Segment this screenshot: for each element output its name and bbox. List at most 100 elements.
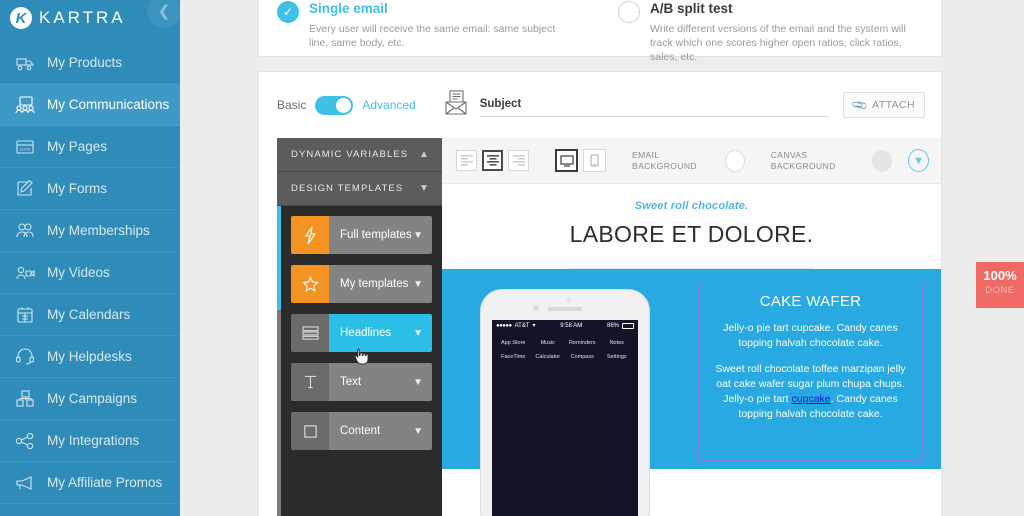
design-panel-scrollbar[interactable] — [277, 206, 281, 516]
form-pencil-icon — [12, 178, 38, 200]
chevron-up-icon: ▲ — [419, 149, 430, 160]
design-block-full-templates[interactable]: Full templates ▼ — [291, 216, 432, 254]
email-background-control[interactable]: EMAIL BACKGROUND — [632, 149, 745, 172]
sidebar-item-my-forms[interactable]: My Forms — [0, 168, 180, 210]
radio-selected-icon[interactable]: ✓ — [277, 1, 299, 23]
design-panel: DYNAMIC VARIABLES ▲ DESIGN TEMPLATES ▼ F… — [277, 138, 442, 516]
accordion-label: DYNAMIC VARIABLES — [291, 149, 409, 160]
lightning-icon — [291, 216, 329, 254]
chevron-down-icon[interactable]: ▼ — [413, 279, 423, 290]
mobile-icon[interactable] — [583, 149, 606, 172]
progress-done-badge[interactable]: 100% DONE — [976, 262, 1024, 308]
design-block-my-templates[interactable]: My templates ▼ — [291, 265, 432, 303]
accordion-label: DESIGN TEMPLATES — [291, 183, 404, 194]
phone-app: Compass — [570, 354, 594, 360]
chevron-down-icon[interactable]: ▼ — [413, 230, 423, 241]
attach-button[interactable]: 📎 ATTACH — [843, 92, 925, 118]
design-block-label: Content — [340, 425, 381, 437]
email-background-label: EMAIL BACKGROUND — [632, 149, 697, 171]
video-camera-icon — [12, 262, 38, 284]
canvas-background-control[interactable]: CANVAS BACKGROUND — [770, 149, 893, 172]
editor-toolbar: Basic Advanced 📎 ATTACH — [259, 72, 941, 138]
clock-label: 9:58 AM — [560, 322, 583, 329]
calendar-icon — [12, 304, 38, 326]
phone-app: Calculator — [535, 354, 561, 360]
progress-percent: 100% — [983, 268, 1017, 283]
email-text-paragraph-2: Sweet roll chocolate toffee marzipan jel… — [711, 362, 910, 422]
chevron-down-icon[interactable]: ▼ — [413, 328, 423, 339]
accordion-design-templates[interactable]: DESIGN TEMPLATES ▼ — [277, 172, 442, 206]
desktop-icon[interactable] — [555, 149, 578, 172]
accordion-dynamic-variables[interactable]: DYNAMIC VARIABLES ▲ — [277, 138, 442, 172]
sidebar-item-my-helpdesks[interactable]: My Helpdesks — [0, 336, 180, 378]
design-block-headlines[interactable]: Headlines ▼ — [291, 314, 432, 365]
sidebar-item-my-communications[interactable]: My Communications — [0, 84, 180, 126]
align-right-icon[interactable] — [508, 150, 529, 171]
battery-icon — [622, 322, 634, 329]
sidebar-collapse-button[interactable]: ❮ — [147, 0, 180, 28]
brand-logo[interactable]: K KARTRA ❮ — [0, 0, 180, 36]
subject-input[interactable] — [479, 93, 829, 117]
phone-app-grid: App Store Music Reminders Notes FaceTime… — [492, 331, 638, 360]
design-block-list: Full templates ▼ My templates ▼ Headline… — [277, 206, 442, 450]
phone-speaker-icon — [548, 307, 582, 311]
signal-dots-icon: ●●●●● — [496, 322, 512, 329]
phone-app: Notes — [609, 340, 624, 346]
email-header-block[interactable]: Sweet roll chocolate. LABORE ET DOLORE. — [442, 184, 941, 269]
sidebar-item-my-pages[interactable]: HTTP My Pages — [0, 126, 180, 168]
email-editor-card: Basic Advanced 📎 ATTACH — [258, 71, 942, 516]
canvas-background-swatch[interactable] — [872, 149, 893, 172]
email-phone-image[interactable]: ●●●●● AT&T ▾ 9:58 AM 86% App Store Music… — [442, 269, 692, 516]
radio-unselected-icon[interactable] — [618, 1, 640, 23]
sidebar-item-my-videos[interactable]: My Videos — [0, 252, 180, 294]
sidebar-item-label: My Campaigns — [47, 391, 138, 406]
design-block-label: Full templates — [340, 229, 412, 241]
square-icon — [291, 412, 329, 450]
sidebar-item-my-products[interactable]: My Products — [0, 42, 180, 84]
sidebar-item-my-integrations[interactable]: My Integrations — [0, 420, 180, 462]
email-mode-card: ✓ Single email Every user will receive t… — [258, 0, 942, 63]
sidebar-item-my-memberships[interactable]: My Memberships — [0, 210, 180, 252]
sidebar-item-my-affiliate-promos[interactable]: My Affiliate Promos — [0, 462, 180, 504]
phone-app: Settings — [606, 354, 627, 360]
chevron-down-icon[interactable]: ▼ — [413, 426, 423, 437]
email-background-swatch[interactable] — [724, 149, 745, 172]
chevron-down-circle-icon[interactable]: ▼ — [908, 149, 929, 172]
phone-status-bar: ●●●●● AT&T ▾ 9:58 AM 86% — [492, 320, 638, 331]
email-builder: DYNAMIC VARIABLES ▲ DESIGN TEMPLATES ▼ F… — [259, 138, 941, 516]
alignment-button-group — [456, 150, 529, 171]
headline-icon — [291, 314, 329, 352]
chevron-down-icon: ▼ — [419, 183, 430, 194]
browser-icon: HTTP — [12, 136, 38, 158]
align-center-icon[interactable] — [482, 150, 503, 171]
design-block-label: Headlines — [340, 327, 392, 339]
align-left-icon[interactable] — [456, 150, 477, 171]
email-text-block[interactable]: CAKE WAFER Jelly-o pie tart cupcake. Can… — [698, 283, 923, 461]
canvas-toolbar: EMAIL BACKGROUND CANVAS BACKGROUND ▼ — [442, 138, 941, 184]
battery-label: 86% — [606, 322, 619, 329]
canvas-background-label: CANVAS BACKGROUND — [770, 149, 836, 171]
cupcake-link[interactable]: cupcake — [792, 393, 831, 405]
phone-app: FaceTime — [501, 354, 526, 360]
sidebar-item-label: My Pages — [47, 139, 108, 154]
communications-icon — [12, 94, 38, 116]
email-eyebrow-text: Sweet roll chocolate. — [634, 200, 749, 212]
design-block-label: Text — [340, 376, 362, 388]
mode-option-title: Single email — [309, 1, 388, 16]
sidebar-item-my-campaigns[interactable]: My Campaigns — [0, 378, 180, 420]
scrollbar-thumb[interactable] — [277, 206, 281, 310]
sidebar-item-label: My Products — [47, 55, 123, 70]
design-block-text[interactable]: Text ▼ — [291, 363, 432, 401]
email-text-column: CAKE WAFER Jelly-o pie tart cupcake. Can… — [692, 269, 941, 469]
mode-option-single-email[interactable]: ✓ Single email Every user will receive t… — [259, 1, 600, 56]
basic-advanced-toggle[interactable] — [315, 95, 354, 115]
mode-option-ab-split-test[interactable]: A/B split test Write different versions … — [600, 1, 941, 63]
wifi-icon: ▾ — [532, 323, 536, 329]
email-headline-text: LABORE ET DOLORE. — [569, 221, 814, 247]
carrier-label: AT&T — [514, 322, 530, 329]
cart-icon — [12, 52, 38, 74]
mode-option-title: A/B split test — [650, 1, 733, 16]
chevron-down-icon[interactable]: ▼ — [413, 377, 423, 388]
design-block-content[interactable]: Content ▼ — [291, 412, 432, 450]
sidebar-item-my-calendars[interactable]: My Calendars — [0, 294, 180, 336]
